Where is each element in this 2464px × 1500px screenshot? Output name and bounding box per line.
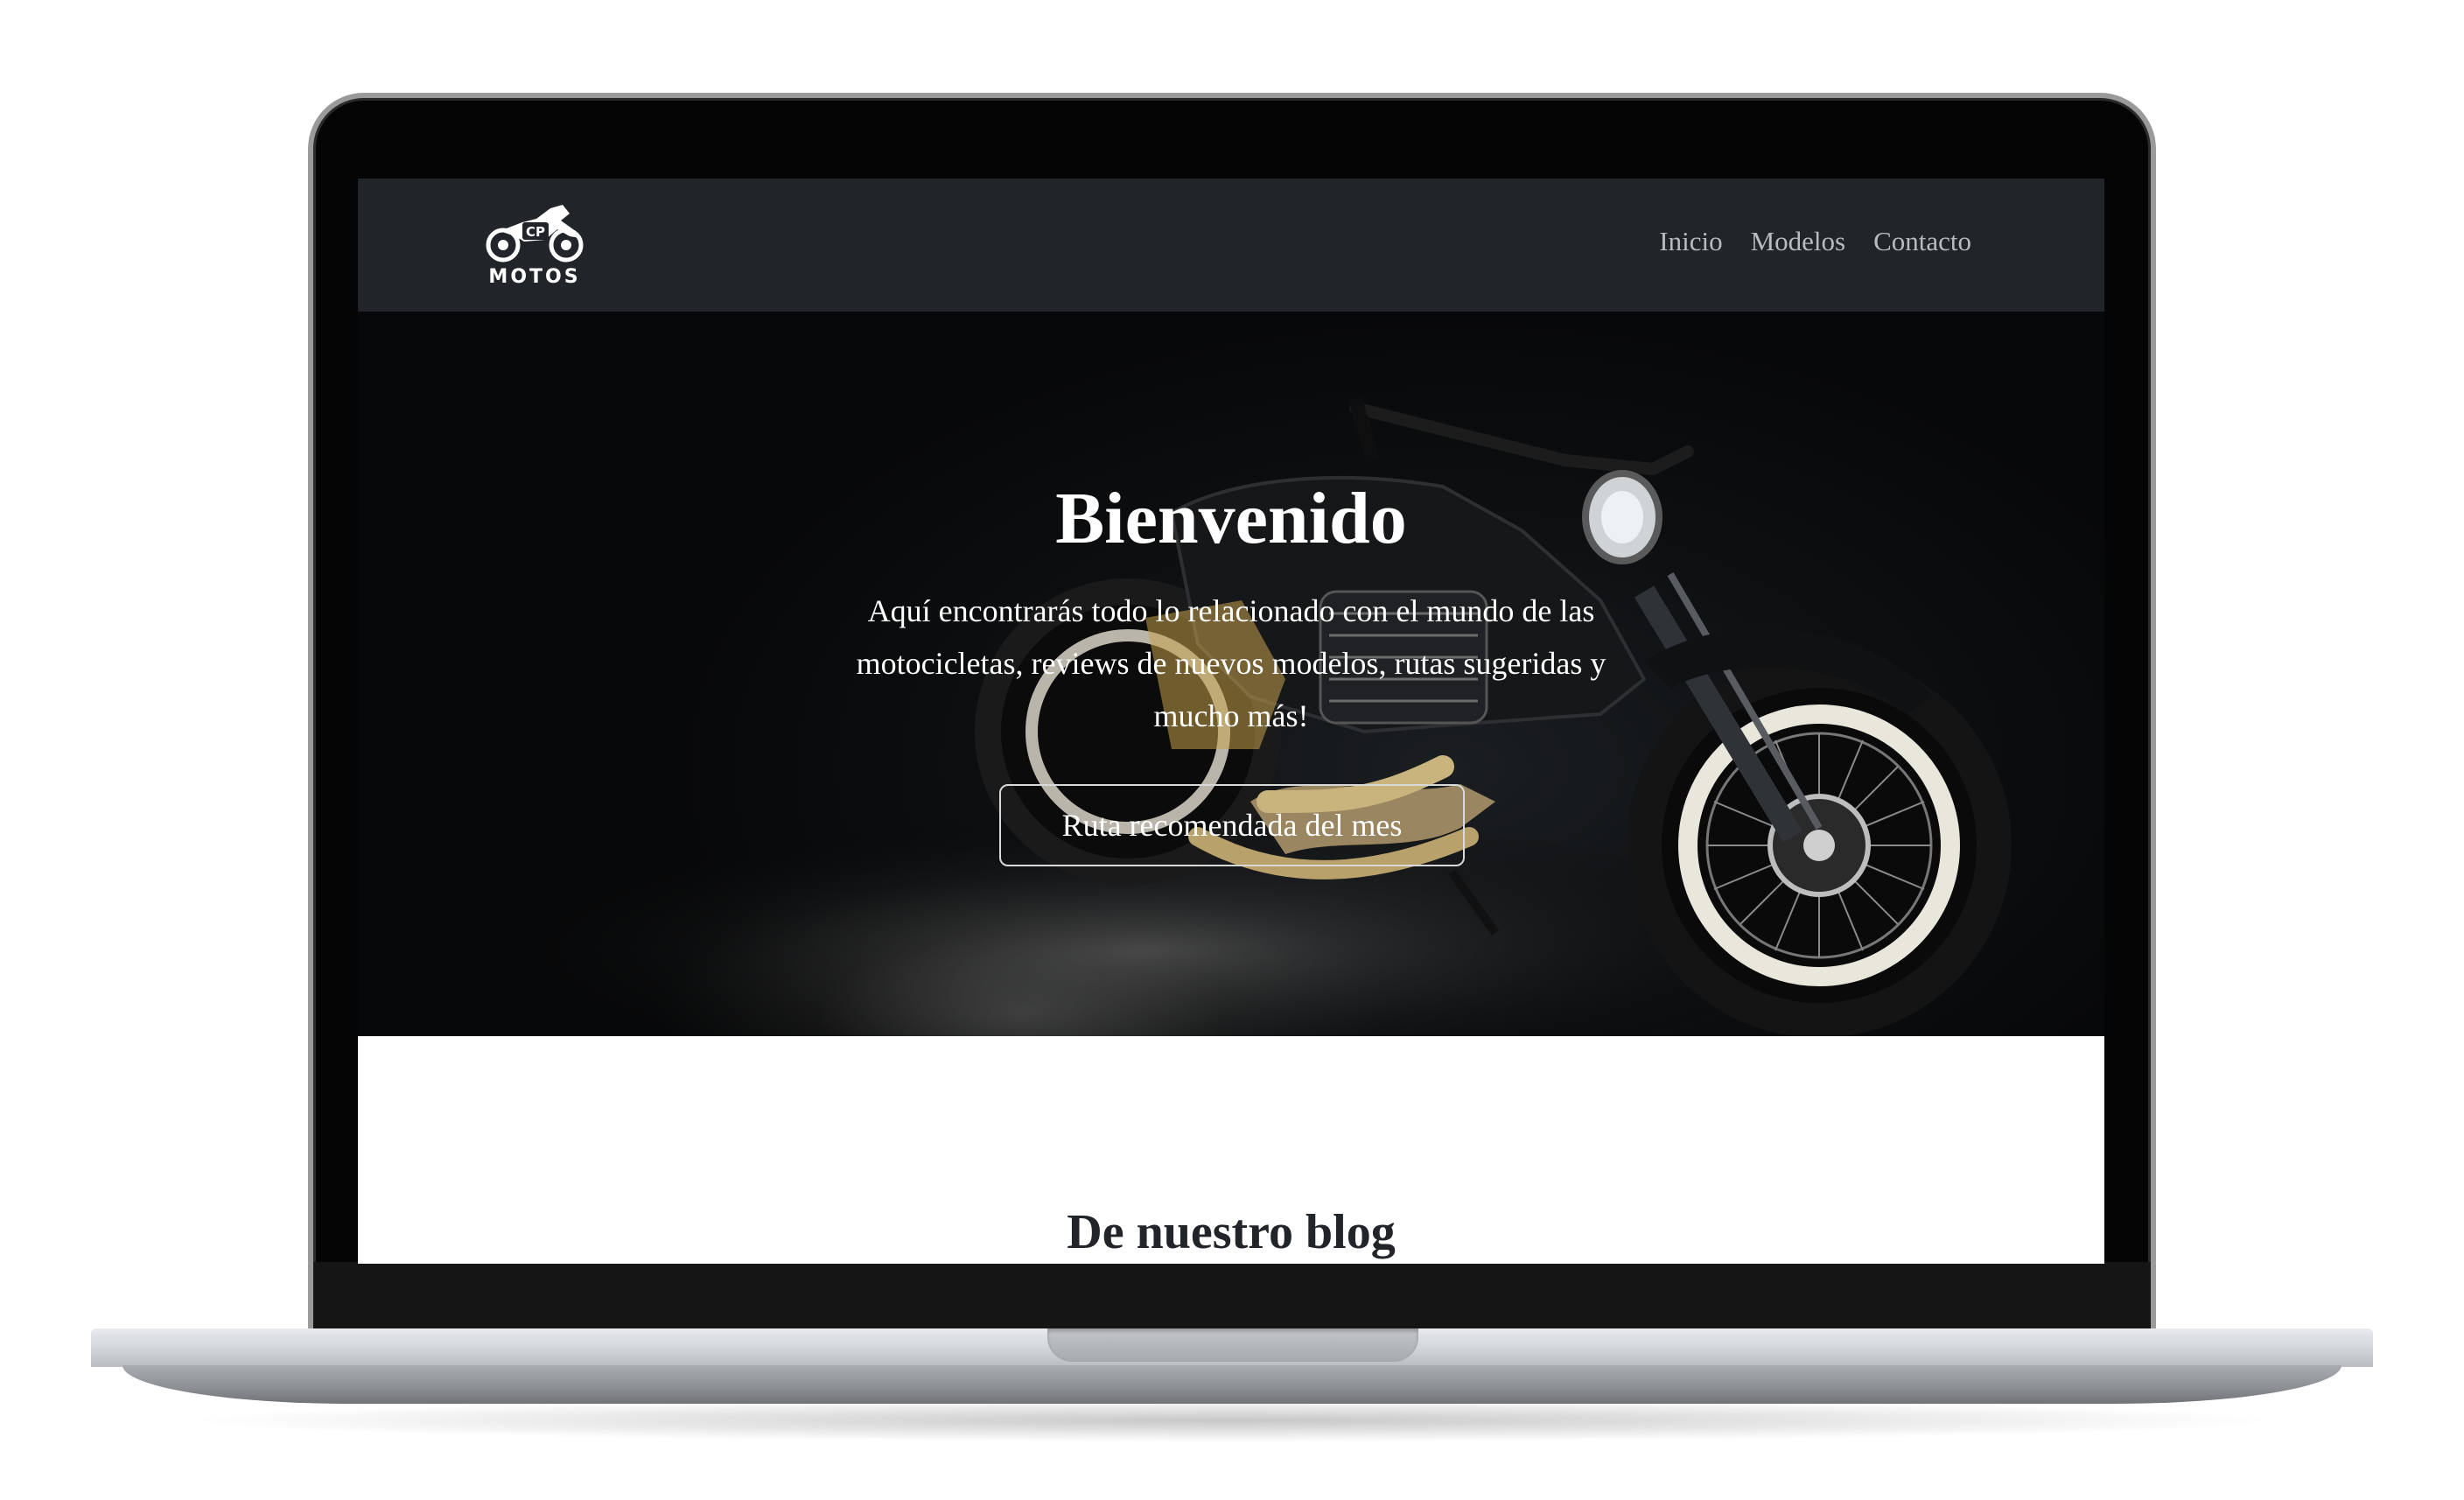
browser-viewport: CP MOTOS Inicio Modelos Contacto Bienven… — [358, 179, 2104, 1264]
site-logo[interactable]: CP MOTOS — [482, 201, 587, 292]
motorcycle-logo-icon: CP — [486, 205, 584, 263]
logo-badge: CP — [526, 224, 545, 240]
blog-section-title: De nuestro blog — [1067, 1205, 1396, 1259]
laptop-bezel-bottom — [313, 1262, 2151, 1335]
nav-menu: Inicio Modelos Contacto — [1659, 226, 1971, 257]
logo-text: MOTOS — [488, 266, 581, 288]
laptop-shadow — [175, 1398, 2289, 1442]
laptop-base-edge — [122, 1365, 2342, 1404]
blog-section: De nuestro blog — [358, 1036, 2104, 1264]
hero-title: Bienvenido — [1055, 478, 1407, 559]
nav-link-modelos[interactable]: Modelos — [1751, 226, 1846, 257]
recommended-route-button[interactable]: Ruta recomendada del mes — [999, 784, 1465, 866]
hero-banner: Bienvenido Aquí encontrarás todo lo rela… — [358, 312, 2104, 1036]
hero-description: Aquí encontrarás todo lo relacionado con… — [856, 593, 1606, 733]
nav-link-inicio[interactable]: Inicio — [1659, 226, 1722, 257]
laptop-opening-notch — [1047, 1328, 1418, 1362]
navbar: CP MOTOS Inicio Modelos Contacto — [358, 179, 2104, 312]
nav-link-contacto[interactable]: Contacto — [1873, 226, 1971, 257]
device-mockup: CP MOTOS Inicio Modelos Contacto Bienven… — [0, 0, 2464, 1500]
